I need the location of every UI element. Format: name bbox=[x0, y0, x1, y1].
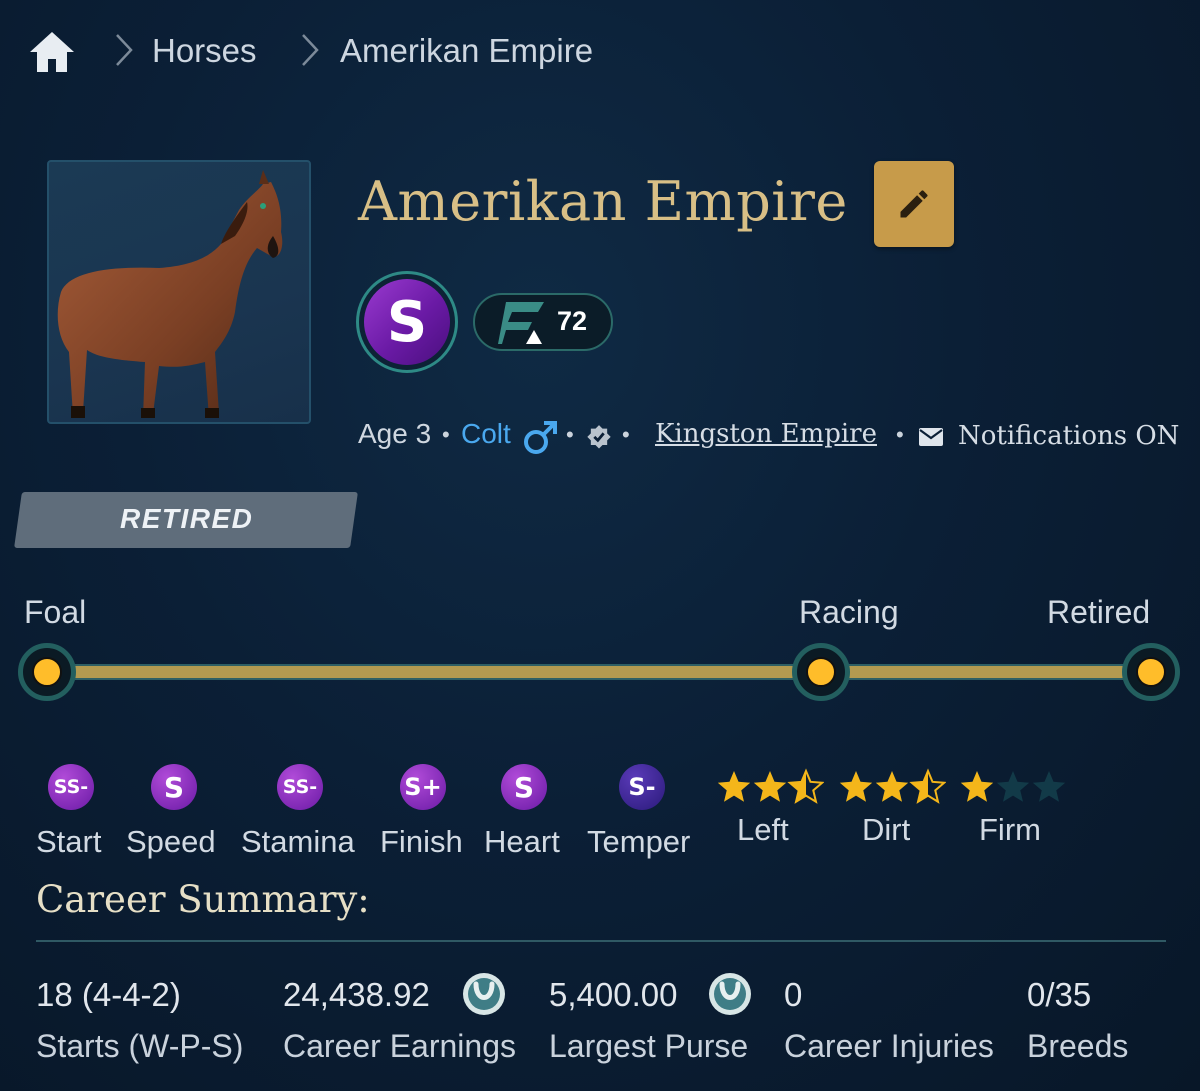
chevron-right-icon bbox=[298, 30, 322, 79]
pref-label-left: Left bbox=[737, 812, 789, 847]
stage-node-foal bbox=[18, 643, 76, 701]
overall-grade-badge: S bbox=[356, 271, 458, 373]
star-filled-icon bbox=[875, 771, 909, 802]
stat-label-speed: Speed bbox=[126, 824, 216, 859]
rating-value: 72 bbox=[557, 306, 588, 336]
star-rating-firm bbox=[959, 768, 1067, 811]
star-empty-icon bbox=[1032, 771, 1066, 802]
star-filled-icon bbox=[960, 771, 994, 802]
age-text: Age 3 bbox=[358, 418, 432, 449]
earnings-label: Career Earnings bbox=[283, 1028, 516, 1064]
separator-dot: • bbox=[442, 422, 450, 447]
breeds-label: Breeds bbox=[1027, 1028, 1129, 1064]
stat-grade-speed: S bbox=[151, 764, 197, 810]
stage-node-retired bbox=[1122, 643, 1180, 701]
edit-name-button[interactable] bbox=[874, 161, 954, 247]
stat-grade-finish: S+ bbox=[400, 764, 446, 810]
mail-icon bbox=[918, 426, 944, 453]
status-text: RETIRED bbox=[120, 503, 254, 534]
injuries-value: 0 bbox=[784, 976, 803, 1013]
largest-purse-value: 5,400.00 bbox=[549, 976, 678, 1013]
stat-grade-heart: S bbox=[501, 764, 547, 810]
starts-label: Starts (W-P-S) bbox=[36, 1028, 244, 1064]
stable-link[interactable]: Kingston Empire bbox=[655, 419, 877, 449]
divider bbox=[36, 940, 1166, 942]
largest-purse-label: Largest Purse bbox=[549, 1028, 749, 1064]
starts-value: 18 (4-4-2) bbox=[36, 976, 181, 1013]
male-symbol-icon bbox=[522, 418, 560, 461]
notifications-toggle[interactable]: Notifications ON bbox=[958, 421, 1179, 451]
stage-label-retired: Retired bbox=[1047, 594, 1151, 630]
career-summary-title: Career Summary: bbox=[36, 878, 370, 921]
stat-label-heart: Heart bbox=[484, 824, 560, 859]
stage-label-foal: Foal bbox=[24, 594, 87, 630]
stat-grade-temper: S- bbox=[619, 764, 665, 810]
lifecycle-track bbox=[40, 664, 1160, 680]
stage-label-racing: Racing bbox=[799, 594, 899, 630]
star-filled-icon bbox=[717, 771, 751, 802]
star-rating-left bbox=[716, 768, 825, 811]
star-rating-dirt bbox=[838, 768, 947, 811]
breadcrumb-current: Amerikan Empire bbox=[340, 32, 594, 69]
stat-label-temper: Temper bbox=[587, 824, 691, 859]
breeds-value: 0/35 bbox=[1027, 976, 1092, 1013]
horseshoe-coin-icon bbox=[462, 972, 506, 1021]
horse-image bbox=[47, 160, 311, 424]
separator-dot: • bbox=[566, 422, 574, 447]
stat-label-finish: Finish bbox=[380, 824, 463, 859]
breadcrumb-horses[interactable]: Horses bbox=[152, 32, 257, 70]
stat-label-start: Start bbox=[36, 824, 102, 859]
home-icon[interactable] bbox=[28, 30, 76, 74]
horse-name: Amerikan Empire bbox=[358, 170, 848, 233]
grade-letter: S bbox=[364, 279, 450, 365]
star-empty-icon bbox=[996, 771, 1030, 802]
pref-label-dirt: Dirt bbox=[862, 812, 911, 847]
chevron-right-icon bbox=[112, 30, 136, 79]
rating-logo-icon bbox=[498, 300, 548, 351]
pref-label-firm: Firm bbox=[979, 812, 1041, 847]
stat-grade-stamina: SS- bbox=[277, 764, 323, 810]
verified-badge-icon bbox=[585, 424, 613, 457]
horseshoe-coin-icon bbox=[708, 972, 752, 1021]
earnings-value: 24,438.92 bbox=[283, 976, 430, 1013]
star-filled-icon bbox=[753, 771, 787, 802]
stat-label-stamina: Stamina bbox=[241, 824, 355, 859]
star-filled-icon bbox=[839, 771, 873, 802]
pencil-icon bbox=[900, 190, 928, 218]
separator-dot: • bbox=[896, 422, 904, 447]
injuries-label: Career Injuries bbox=[784, 1028, 994, 1064]
stage-node-racing bbox=[792, 643, 850, 701]
stat-grade-start: SS- bbox=[48, 764, 94, 810]
sex-text: Colt bbox=[461, 418, 511, 449]
separator-dot: • bbox=[622, 422, 630, 447]
